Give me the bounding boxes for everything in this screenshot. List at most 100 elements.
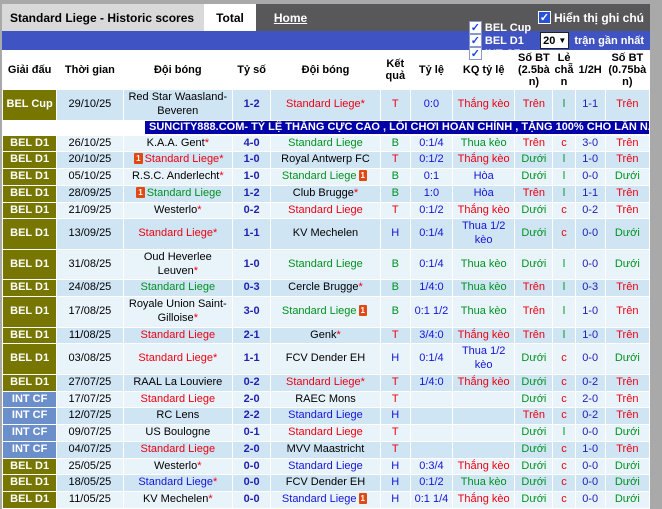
home-team-cell: R.S.C. Anderlecht* <box>122 168 234 186</box>
date-cell: 26/10/25 <box>56 134 124 153</box>
score-cell: 1-1 <box>232 218 272 250</box>
show-notes-checkbox[interactable]: ✓ <box>538 11 551 24</box>
date-cell: 05/10/25 <box>56 168 124 186</box>
match-row: INT CF 12/07/25 RC Lens 2-2 Standard Liege H T… <box>1 407 651 426</box>
odds-result-cell: Thắng kèo <box>452 151 516 170</box>
star-marker: * <box>358 281 363 294</box>
away-team-cell: Standard Liege 1 <box>270 491 381 509</box>
league-filter-checkbox[interactable]: ✓ <box>468 34 482 47</box>
half-score-cell: 1-1 <box>574 89 606 121</box>
odds-result-cell: Hòa <box>452 168 516 186</box>
match-count-suffix: trận gần nhất <box>574 34 644 47</box>
half-score-cell: 0-2 <box>574 201 606 220</box>
star-marker: * <box>353 186 359 199</box>
half-score-cell: 0-0 <box>574 343 606 375</box>
half-score-cell: 0-0 <box>574 248 606 281</box>
odds-result-cell: Thua kèo <box>452 279 516 298</box>
home-team-cell: RC Lens <box>122 407 234 426</box>
odd-even-cell: c <box>552 491 576 509</box>
goals-2-5-cell: Dưới <box>514 151 554 170</box>
team-name: Red Star Waasland-Beveren <box>128 91 228 118</box>
date-cell: 28/09/25 <box>56 184 124 203</box>
team-name: Westerlo <box>154 203 198 216</box>
score-cell: 2-1 <box>232 326 272 345</box>
ad-banner-row: SUNCITY888.COM- TỶ LỆ THẮNG CỰC CAO , LỐ… <box>2 119 650 136</box>
league-filter-label: INT CF <box>484 47 521 60</box>
match-row: BEL D1 18/05/25 Standard Liege* 0-0 FCV Dend… <box>1 474 651 493</box>
odd-even-cell: l <box>552 279 576 298</box>
odd-even-cell: c <box>552 343 576 375</box>
goals-2-5-cell: Dưới <box>514 424 554 442</box>
league-cell: BEL D1 <box>1 491 58 509</box>
away-team-cell: Standard Liege* <box>270 373 381 392</box>
odds-result-cell <box>452 424 516 442</box>
league-filter-checkbox[interactable]: ✓ <box>468 21 482 34</box>
away-team-cell: RAEC Mons <box>270 390 381 409</box>
team-name: Standard Liege <box>140 392 216 405</box>
date-cell: 25/05/25 <box>56 457 124 476</box>
team-name: KV Mechelen <box>142 493 209 506</box>
team-name: Club Brugge <box>292 186 354 199</box>
odd-even-cell: c <box>552 407 576 426</box>
score-cell: 0-0 <box>232 474 272 493</box>
red-card-icon: 1 <box>134 153 143 165</box>
tab-total[interactable]: Total <box>204 4 256 31</box>
away-team-cell: Standard Liege* <box>270 89 381 121</box>
match-row: INT CF 09/07/25 US Boulogne 0-1 Standard Lie… <box>1 424 651 442</box>
match-row: BEL D1 26/10/25 K.A.A. Gent* 4-0 Standard Li… <box>1 134 651 153</box>
home-team-cell: Royale Union Saint-Gilloise* <box>122 296 234 328</box>
odds-result-cell: Thắng kèo <box>452 457 516 476</box>
odds-cell: 0:1/4 <box>409 343 454 375</box>
score-cell: 1-0 <box>232 151 272 170</box>
date-cell: 20/10/25 <box>56 151 124 170</box>
historic-scores-table: Giải đấu Thời gian Đội bóng Tỷ số Đội bóng Kế… <box>1 49 651 509</box>
goals-0-75-cell: Trên <box>604 296 651 328</box>
odds-result-cell: Thắng kèo <box>452 326 516 345</box>
league-cell: BEL D1 <box>1 457 58 476</box>
odds-cell: 0:3/4 <box>409 457 454 476</box>
match-row: BEL D1 28/09/25 1 Standard Liege 1-2 Club Bru… <box>1 184 651 203</box>
team-name: Standard Liege <box>286 98 361 111</box>
goals-0-75-cell: Dưới <box>604 457 651 476</box>
away-team-cell: FCV Dender EH <box>270 343 381 375</box>
team-name: FCV Dender EH <box>285 352 366 365</box>
half-score-cell: 0-0 <box>574 474 606 493</box>
result-cell: T <box>379 326 411 345</box>
result-cell: B <box>379 134 411 153</box>
star-marker: * <box>219 170 224 183</box>
match-count-value: 20 <box>543 34 556 47</box>
match-count-select[interactable]: 20 ▼ <box>540 32 570 49</box>
half-score-cell: 0-0 <box>574 457 606 476</box>
team-name: US Boulogne <box>145 426 211 439</box>
league-filter-checkbox[interactable]: ✓ <box>468 47 482 60</box>
ad-banner-link[interactable]: SUNCITY888.COM- TỶ LỆ THẮNG CỰC CAO , LỐ… <box>145 121 649 134</box>
odds-cell: 0:1/4 <box>409 218 454 250</box>
league-cell: BEL D1 <box>1 326 58 345</box>
home-team-cell: Standard Liege* <box>122 343 234 375</box>
result-cell: T <box>379 390 411 409</box>
goals-2-5-cell: Trên <box>514 296 554 328</box>
goals-0-75-cell: Trên <box>604 390 651 409</box>
odds-result-cell: Thua kèo <box>452 296 516 328</box>
home-team-cell: 1 Standard Liege <box>122 184 234 203</box>
star-marker: * <box>360 98 365 111</box>
goals-0-75-cell: Dưới <box>604 343 651 375</box>
tab-home[interactable]: Home <box>262 4 319 31</box>
chevron-down-icon: ▼ <box>558 36 567 45</box>
match-row: BEL D1 05/10/25 R.S.C. Anderlecht* 1-0 Stand… <box>1 168 651 186</box>
odd-even-cell: l <box>552 326 576 345</box>
odd-even-cell: c <box>552 474 576 493</box>
goals-2-5-cell: Dưới <box>514 390 554 409</box>
away-team-cell: MVV Maastricht <box>270 440 381 459</box>
score-cell: 2-2 <box>232 407 272 426</box>
historic-scores-widget: Standard Liege - Historic scores Total H… <box>1 4 651 509</box>
odds-cell: 0:1/2 <box>409 151 454 170</box>
league-cell: BEL D1 <box>1 218 58 250</box>
home-team-cell: Standard Liege <box>122 440 234 459</box>
league-cell: INT CF <box>1 407 58 426</box>
team-name: Cercle Brugge <box>288 281 359 294</box>
away-team-cell: Standard Liege <box>270 134 381 153</box>
column-header-1: Thời gian <box>56 49 124 91</box>
result-cell: H <box>379 457 411 476</box>
team-name: Royal Antwerp FC <box>281 153 370 166</box>
